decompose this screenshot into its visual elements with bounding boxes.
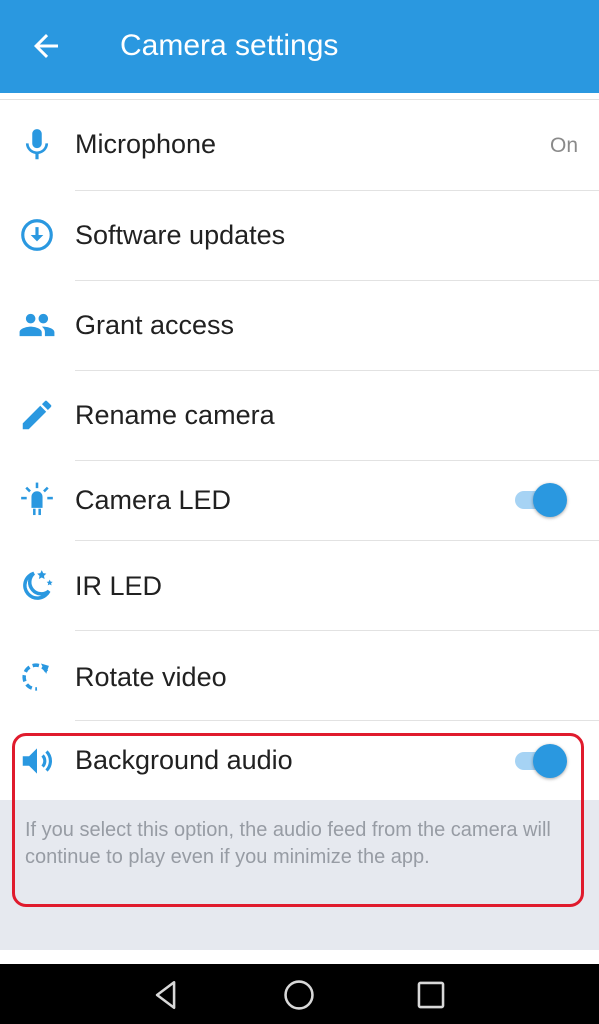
settings-item-label: Software updates <box>75 220 286 250</box>
download-circle-icon <box>21 219 53 251</box>
settings-item-microphone[interactable]: Microphone On <box>0 100 599 190</box>
settings-item-ir-led[interactable]: IR LED <box>0 541 599 630</box>
pencil-icon <box>22 400 52 430</box>
system-navigation-bar <box>0 964 599 1024</box>
settings-item-label: Rename camera <box>75 400 275 430</box>
settings-item-camera-led[interactable]: Camera LED <box>0 461 599 540</box>
back-triangle-icon[interactable] <box>150 978 184 1012</box>
light-bulb-icon <box>21 482 53 516</box>
arrow-back-icon[interactable] <box>28 28 64 64</box>
toggle-thumb <box>533 483 567 517</box>
moon-stars-icon <box>23 570 53 600</box>
home-circle-icon[interactable] <box>282 978 316 1012</box>
settings-item-software-updates[interactable]: Software updates <box>0 191 599 280</box>
people-icon <box>19 313 55 337</box>
recents-square-icon[interactable] <box>414 978 448 1012</box>
settings-item-grant-access[interactable]: Grant access <box>0 281 599 370</box>
page-title: Camera settings <box>120 29 339 62</box>
settings-item-rename-camera[interactable]: Rename camera <box>0 371 599 460</box>
settings-item-label: Grant access <box>75 310 235 340</box>
settings-item-label: Camera LED <box>75 485 232 515</box>
rotate-icon <box>22 663 49 691</box>
settings-item-label: IR LED <box>75 571 163 601</box>
microphone-icon <box>25 129 49 160</box>
app-bar: Camera settings <box>0 0 599 93</box>
settings-item-label: Microphone <box>75 129 217 159</box>
settings-item-rotate-video[interactable]: Rotate video <box>0 631 599 720</box>
highlight-outline <box>12 733 584 907</box>
microphone-status-value: On <box>549 134 578 157</box>
camera-led-toggle[interactable] <box>513 482 569 518</box>
settings-item-label: Rotate video <box>75 662 227 692</box>
